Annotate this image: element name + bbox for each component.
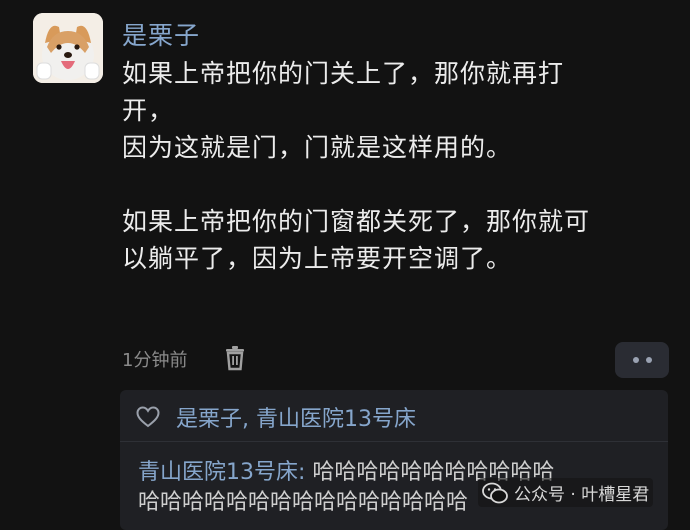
reply-text-line-2: 哈哈哈哈哈哈哈哈哈哈哈哈哈哈哈: [138, 490, 469, 515]
reply-item-continued: 哈哈哈哈哈哈哈哈哈哈哈哈哈哈哈: [138, 484, 468, 516]
reply-author[interactable]: 青山医院13号床:: [138, 460, 305, 485]
comment-timestamp: 1分钟前: [122, 350, 188, 371]
shiba-dog-avatar-image: [33, 13, 103, 83]
more-dots-icon: [645, 357, 652, 363]
avatar[interactable]: [33, 13, 103, 83]
liked-by-names[interactable]: 是栗子, 青山医院13号床: [176, 401, 416, 433]
comment-text: 如果上帝把你的门关上了，那你就再打 开， 因为这就是门，门就是这样用的。 如果上…: [122, 59, 591, 273]
comment-username[interactable]: 是栗子: [122, 16, 200, 52]
likes-row: 是栗子, 青山医院13号床: [136, 401, 416, 433]
heart-outline-icon[interactable]: [136, 406, 160, 428]
watermark-text: 公众号 · 叶槽星君: [514, 485, 650, 505]
more-dots-icon: [632, 357, 639, 363]
divider: [120, 441, 668, 442]
trash-icon[interactable]: [224, 345, 246, 371]
watermark: 公众号 · 叶槽星君: [478, 478, 654, 507]
wechat-icon: [482, 482, 508, 503]
more-options-button[interactable]: [615, 342, 669, 378]
